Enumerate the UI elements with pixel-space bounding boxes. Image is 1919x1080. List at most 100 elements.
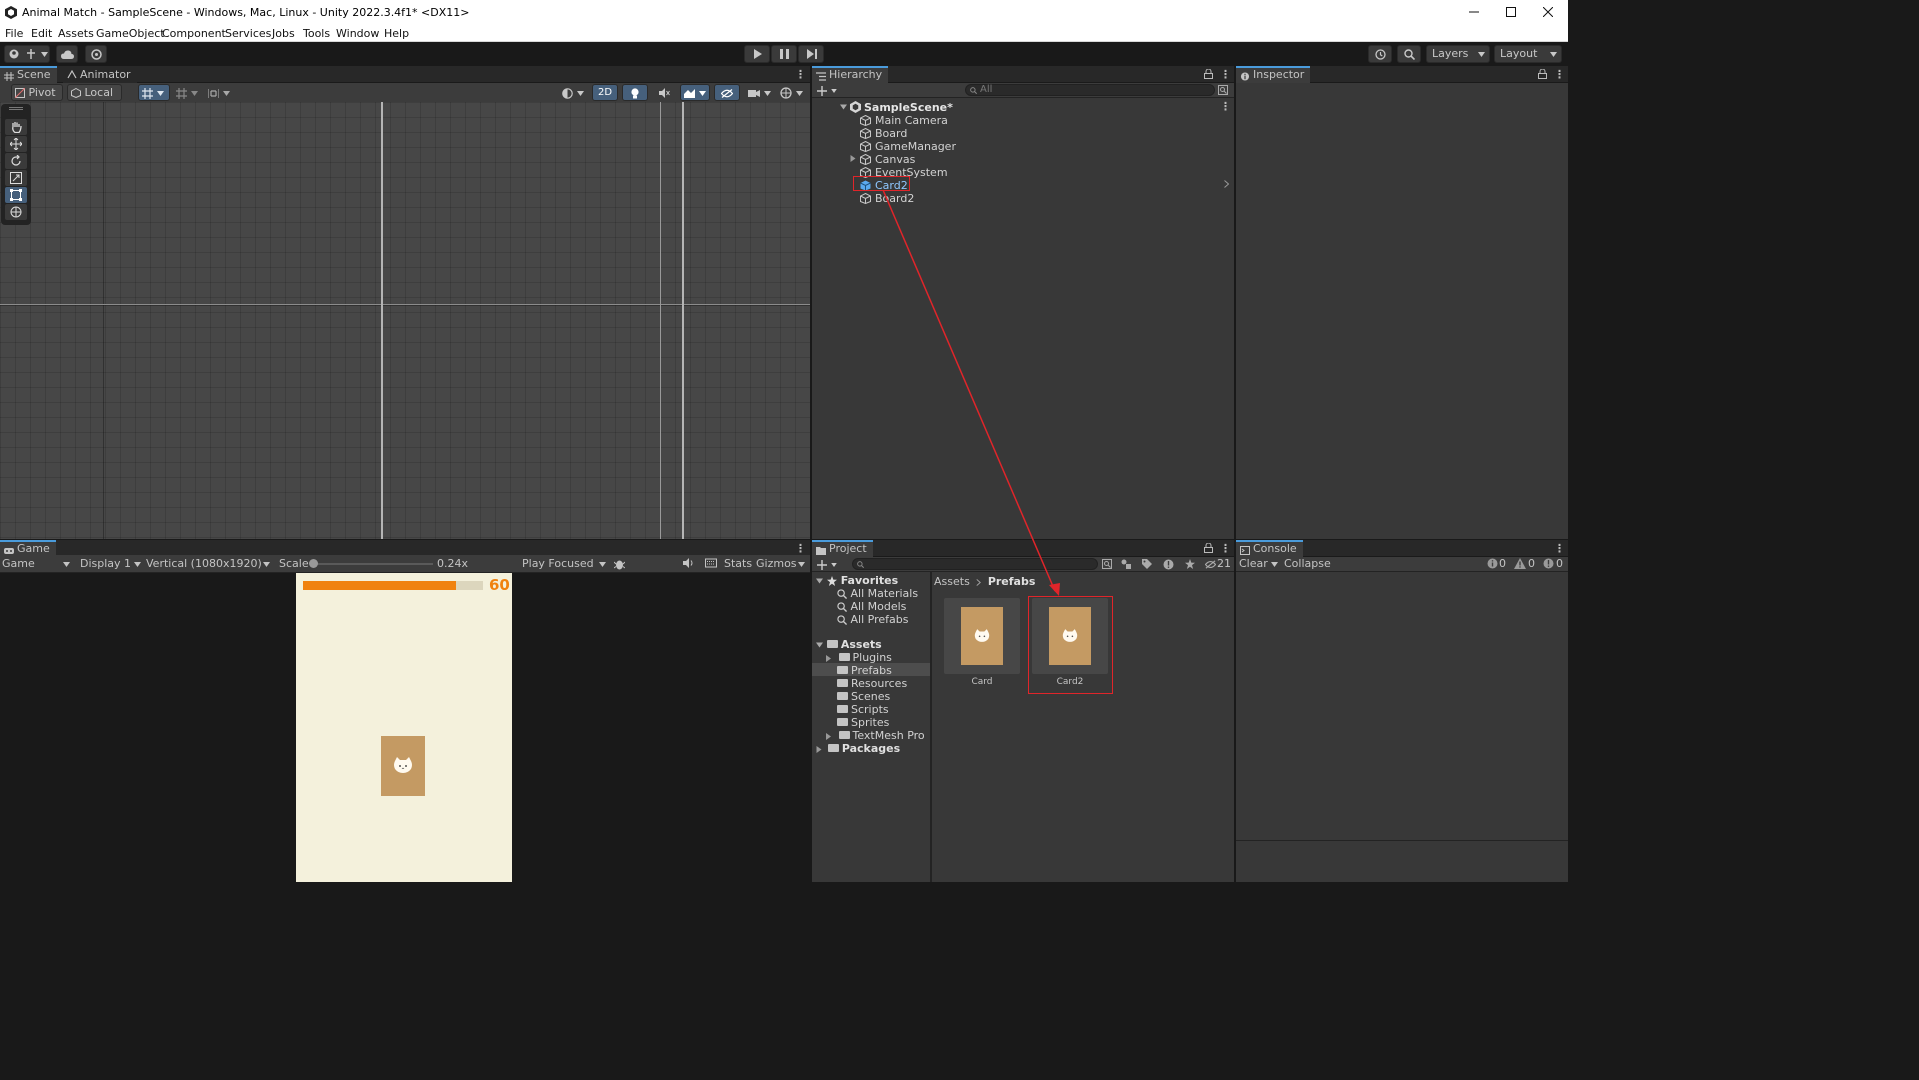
close-button[interactable] [1530,0,1566,26]
lock-icon[interactable] [1204,69,1213,79]
account-dropdown[interactable] [4,45,50,63]
palette-grip[interactable] [9,107,23,110]
chevron-down-icon[interactable] [798,562,805,567]
menu-gameobject[interactable]: GameObject [96,27,165,40]
kebab-menu-icon[interactable]: ⋮ [1554,68,1565,81]
lock-icon[interactable] [1204,543,1213,553]
tab-project[interactable]: Project [812,540,873,557]
folder-item-sprites[interactable]: Sprites [837,716,889,729]
gizmos-scene-dropdown[interactable] [776,84,806,101]
cloud-button[interactable] [56,45,78,63]
filter-by-type-icon[interactable] [1121,559,1132,569]
kebab-menu-icon[interactable]: ⋮ [1220,100,1231,113]
search-button[interactable] [1397,45,1421,63]
scene-visibility-toggle[interactable] [714,84,740,101]
console-clear-button[interactable]: Clear [1239,557,1268,570]
warning-icon[interactable] [1514,558,1526,569]
pivot-dropdown[interactable]: Pivot [11,84,63,112]
search-scene-icon[interactable] [1102,559,1112,569]
rotate-tool-button[interactable] [5,153,27,169]
snap-increment-dropdown[interactable] [173,84,203,101]
menu-assets[interactable]: Assets [58,27,94,40]
favorite-item[interactable]: All Models [837,600,906,613]
gizmos-button[interactable]: Gizmos [756,557,797,570]
hierarchy-search-input[interactable]: All [965,84,1215,96]
transform-tool-button[interactable] [5,204,27,220]
undo-history-button[interactable] [1368,45,1392,63]
chevron-right-icon[interactable] [1224,180,1229,188]
log-icon[interactable] [1487,558,1498,569]
kebab-menu-icon[interactable]: ⋮ [795,68,806,81]
warning-filter-icon[interactable] [1163,559,1174,570]
kebab-menu-icon[interactable]: ⋮ [795,542,806,555]
create-asset-button[interactable] [817,558,839,570]
game-card[interactable] [381,736,425,796]
menu-edit[interactable]: Edit [31,27,52,40]
add-object-button[interactable] [817,84,839,96]
grid-snap-toggle[interactable] [138,84,170,101]
lock-icon[interactable] [1538,69,1547,79]
menu-window[interactable]: Window [336,27,379,40]
bug-icon[interactable] [614,558,625,570]
audio-toggle[interactable] [652,84,676,101]
tag-icon[interactable] [1142,559,1152,569]
keyboard-icon[interactable] [705,558,717,568]
star-icon[interactable] [1185,559,1195,569]
maximize-button[interactable] [1493,0,1529,26]
services-button[interactable] [85,45,107,63]
layers-dropdown[interactable]: Layers [1426,45,1490,63]
lighting-toggle[interactable] [622,84,648,101]
menu-services[interactable]: Services [225,27,271,40]
kebab-menu-icon[interactable]: ⋮ [1220,542,1231,555]
draw-mode-dropdown[interactable] [558,84,588,101]
folder-item-scripts[interactable]: Scripts [837,703,889,716]
console-collapse-button[interactable]: Collapse [1284,557,1331,570]
menu-help[interactable]: Help [384,27,409,40]
breadcrumb-assets[interactable]: Assets [934,575,970,588]
folder-item-scenes[interactable]: Scenes [837,690,890,703]
assets-root-row[interactable]: Assets [816,638,882,651]
game-mode-dropdown[interactable]: Game [2,557,72,571]
pause-button[interactable] [771,45,797,63]
console-detail-area[interactable] [1236,840,1568,882]
tab-scene[interactable]: Scene [0,66,57,83]
2d-toggle-button[interactable]: 2D [592,84,618,101]
camera-dropdown[interactable] [744,84,774,101]
play-button[interactable] [744,45,770,63]
tab-inspector[interactable]: Inspector [1236,66,1311,83]
effects-dropdown[interactable] [680,84,710,101]
tab-hierarchy[interactable]: Hierarchy [812,66,889,83]
favorite-item[interactable]: All Materials [837,587,918,600]
hidden-eye-icon[interactable] [1205,560,1216,569]
favorites-row[interactable]: Favorites [816,574,898,587]
kebab-menu-icon[interactable]: ⋮ [1554,542,1565,555]
stats-button[interactable]: Stats [724,557,752,570]
chevron-down-icon[interactable] [1271,562,1278,567]
project-search-input[interactable] [852,558,1098,570]
kebab-menu-icon[interactable]: ⋮ [1220,68,1231,81]
hand-tool-button[interactable] [5,119,27,135]
play-focused-dropdown[interactable]: Play Focused [522,557,606,571]
audio-icon[interactable] [683,558,695,568]
display-dropdown[interactable]: Display 1 [80,557,141,571]
chevron-right-icon[interactable] [850,155,856,162]
console-log-area[interactable] [1236,572,1568,840]
packages-root-row[interactable]: Packages [816,742,900,755]
scale-slider-thumb[interactable] [309,559,318,568]
layout-dropdown[interactable]: Layout [1494,45,1562,63]
folder-item-resources[interactable]: Resources [837,677,907,690]
align-dropdown[interactable] [205,84,235,101]
minimize-button[interactable] [1456,0,1492,26]
game-screen[interactable]: 60 [296,573,512,882]
local-dropdown[interactable]: Local [67,84,122,112]
hierarchy-scene-row[interactable]: SampleScene* ⋮ [840,100,1234,114]
move-tool-button[interactable] [5,136,27,152]
search-scene-icon[interactable] [1218,85,1228,95]
tab-animator[interactable]: Animator [63,66,137,83]
asset-item-card[interactable]: Card [944,598,1020,690]
resolution-dropdown[interactable]: Vertical (1080x1920) [146,557,270,571]
menu-file[interactable]: File [5,27,23,40]
menu-jobs[interactable]: Jobs [272,27,295,40]
scale-tool-button[interactable] [5,170,27,186]
game-viewport[interactable]: 60 [0,573,810,882]
